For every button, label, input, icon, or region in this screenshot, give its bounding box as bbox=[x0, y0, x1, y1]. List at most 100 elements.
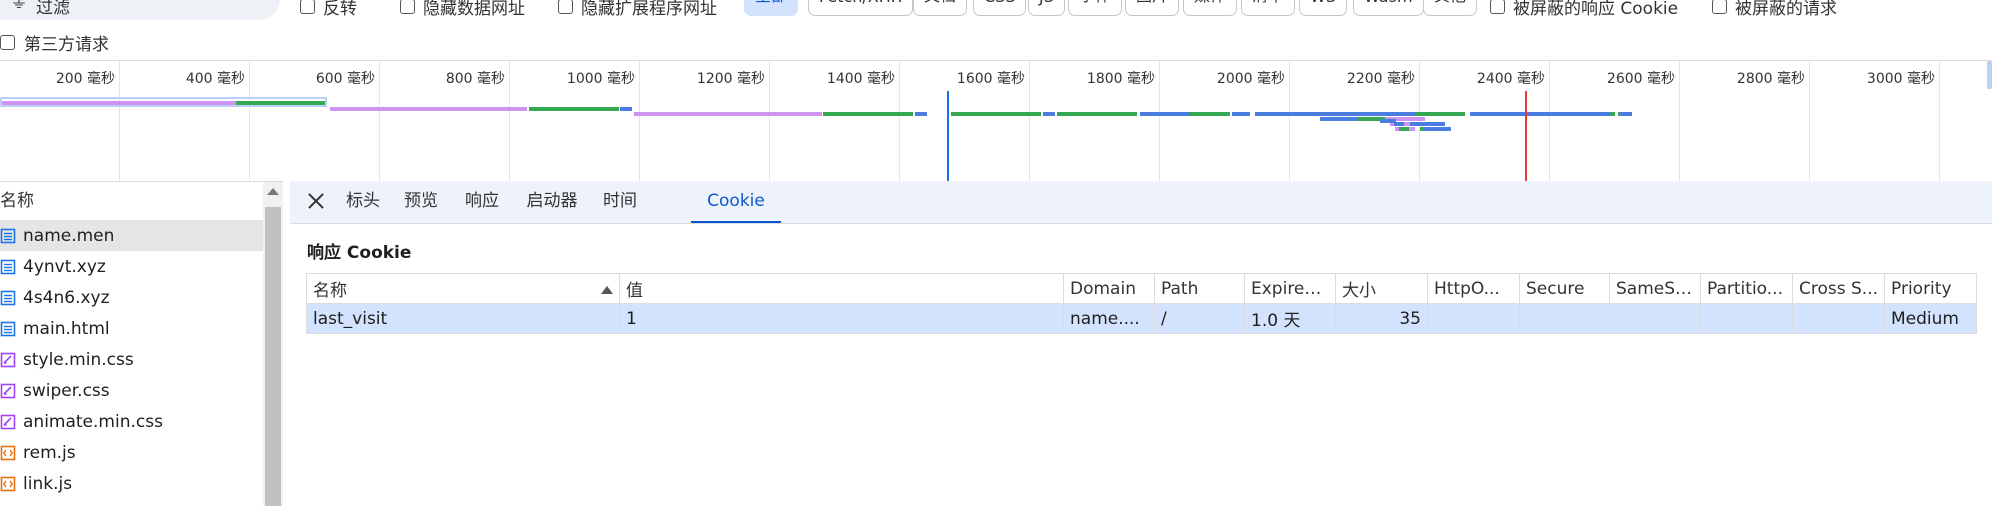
tab-preview[interactable]: 预览 bbox=[390, 181, 452, 223]
timeline-tick-label: 1000 毫秒 bbox=[566, 71, 635, 87]
cookie-secure-cell[interactable] bbox=[1519, 303, 1610, 334]
type-filter-media[interactable]: 媒体 bbox=[1183, 0, 1238, 16]
waterfall-bar bbox=[1190, 112, 1230, 116]
type-filter-css[interactable]: CSS bbox=[973, 0, 1027, 16]
column-header-secure[interactable]: Secure bbox=[1519, 273, 1610, 304]
third-party-checkbox[interactable]: 第三方请求 bbox=[0, 30, 109, 55]
type-filter-img[interactable]: 图片 bbox=[1125, 0, 1180, 16]
waterfall-bar bbox=[1140, 112, 1190, 116]
script-icon bbox=[0, 445, 16, 461]
cookie-domain-cell[interactable]: name.... bbox=[1063, 303, 1155, 334]
type-filter-wasm[interactable]: Wasm bbox=[1353, 0, 1424, 16]
name-column-header[interactable]: 名称 bbox=[0, 182, 263, 220]
stylesheet-icon bbox=[0, 383, 16, 399]
request-name: animate.min.css bbox=[23, 411, 163, 432]
request-name: name.men bbox=[23, 225, 115, 246]
column-header-samesite[interactable]: SameSi... bbox=[1609, 273, 1701, 304]
table-row[interactable]: last_visit 1 name.... / 1.0 天 35 Medium bbox=[306, 303, 1977, 334]
column-header-size[interactable]: 大小 bbox=[1335, 273, 1428, 304]
cookie-httponly-cell[interactable] bbox=[1427, 303, 1520, 334]
timeline-gridline bbox=[639, 61, 640, 181]
waterfall-bar bbox=[1043, 112, 1055, 116]
sort-ascending-icon bbox=[601, 286, 613, 294]
type-filter-fetch-xhr[interactable]: Fetch/XHR bbox=[808, 0, 913, 16]
waterfall-bar bbox=[1057, 112, 1137, 116]
type-filter-font[interactable]: 字体 bbox=[1068, 0, 1123, 16]
cookie-partition-cell[interactable] bbox=[1700, 303, 1793, 334]
request-name: style.min.css bbox=[23, 349, 134, 370]
scroll-up-arrow-icon[interactable] bbox=[267, 188, 279, 195]
tab-response[interactable]: 响应 bbox=[452, 181, 512, 223]
waterfall-bar bbox=[620, 107, 632, 111]
tab-initiator[interactable]: 启动器 bbox=[512, 181, 592, 223]
column-header-priority[interactable]: Priority bbox=[1884, 273, 1977, 304]
overview-window-handle[interactable] bbox=[1987, 61, 1992, 89]
column-header-httponly[interactable]: HttpO... bbox=[1427, 273, 1520, 304]
timeline-tick-label: 2200 毫秒 bbox=[1346, 71, 1415, 87]
list-item[interactable]: rem.js bbox=[0, 437, 263, 468]
type-filter-js[interactable]: JS bbox=[1028, 0, 1065, 16]
blocked-response-cookies-checkbox[interactable]: 被屏蔽的响应 Cookie bbox=[1490, 0, 1678, 19]
type-filter-other[interactable]: 其他 bbox=[1423, 0, 1478, 16]
detail-tabbar: 标头 预览 响应 启动器 时间 Cookie bbox=[290, 181, 1992, 224]
timeline-gridline bbox=[769, 61, 770, 181]
scrollbar-thumb[interactable] bbox=[265, 207, 281, 506]
list-item[interactable]: main.html bbox=[0, 313, 263, 344]
list-item[interactable]: swiper.css bbox=[0, 375, 263, 406]
invert-checkbox[interactable]: 反转 bbox=[300, 0, 357, 19]
cookie-priority-cell[interactable]: Medium bbox=[1884, 303, 1977, 334]
cookie-samesite-cell[interactable] bbox=[1609, 303, 1701, 334]
request-detail-pane: 标头 预览 响应 启动器 时间 Cookie 响应 Cookie 名称 值 Do… bbox=[290, 181, 1992, 506]
waterfall-bar bbox=[951, 112, 1041, 116]
list-item[interactable]: 4s4n6.xyz bbox=[0, 282, 263, 313]
close-icon[interactable] bbox=[306, 191, 326, 211]
cookie-cross-site-cell[interactable] bbox=[1792, 303, 1885, 334]
list-item[interactable]: 4ynvt.xyz bbox=[0, 251, 263, 282]
column-header-expires[interactable]: Expires... bbox=[1244, 273, 1336, 304]
script-icon bbox=[0, 476, 16, 492]
waterfall-bar bbox=[1620, 112, 1632, 116]
cookie-name-cell[interactable]: last_visit bbox=[306, 303, 620, 334]
tab-timing[interactable]: 时间 bbox=[592, 181, 648, 223]
timeline-gridline bbox=[1939, 61, 1940, 181]
timeline-overview[interactable]: 200 毫秒 400 毫秒 600 毫秒 800 毫秒 1000 毫秒 1200 毫秒 14… bbox=[0, 60, 1992, 181]
blocked-requests-checkbox[interactable]: 被屏蔽的请求 bbox=[1712, 0, 1837, 19]
cookie-path-cell[interactable]: / bbox=[1154, 303, 1245, 334]
hide-extension-urls-checkbox[interactable]: 隐藏扩展程序网址 bbox=[558, 0, 717, 19]
list-item[interactable]: style.min.css bbox=[0, 344, 263, 375]
filter-icon: ⏚ bbox=[10, 0, 28, 13]
column-header-name[interactable]: 名称 bbox=[306, 273, 620, 304]
cookie-size-cell[interactable]: 35 bbox=[1335, 303, 1428, 334]
waterfall-bar bbox=[1610, 112, 1615, 116]
type-filter-manifest[interactable]: 清单 bbox=[1241, 0, 1296, 16]
column-header-path[interactable]: Path bbox=[1154, 273, 1245, 304]
cookie-table: 名称 值 Domain Path Expires... 大小 HttpO... … bbox=[306, 273, 1977, 334]
request-list-scrollbar[interactable] bbox=[263, 182, 283, 506]
response-cookies-title: 响应 Cookie bbox=[307, 243, 412, 263]
timeline-tick-label: 400 毫秒 bbox=[185, 71, 245, 87]
type-filter-all[interactable]: 全部 bbox=[744, 0, 799, 16]
column-header-cross-site[interactable]: Cross S... bbox=[1792, 273, 1885, 304]
waterfall-bar bbox=[1255, 112, 1415, 116]
column-header-domain[interactable]: Domain bbox=[1063, 273, 1155, 304]
cookie-expires-cell[interactable]: 1.0 天 bbox=[1244, 303, 1336, 334]
type-filter-doc[interactable]: 文档 bbox=[913, 0, 968, 16]
list-item[interactable]: name.men bbox=[0, 220, 263, 251]
filter-bar: ⏚ 过滤 反转 隐藏数据网址 隐藏扩展程序网址 全部 Fetch/XHR 文档 … bbox=[0, 0, 1992, 20]
list-item[interactable]: animate.min.css bbox=[0, 406, 263, 437]
tab-headers[interactable]: 标头 bbox=[336, 181, 390, 223]
timeline-tick-label: 2000 毫秒 bbox=[1216, 71, 1285, 87]
waterfall-bar bbox=[1410, 122, 1445, 126]
timeline-gridline bbox=[899, 61, 900, 181]
tab-cookies[interactable]: Cookie bbox=[691, 181, 781, 223]
load-event-marker bbox=[1525, 91, 1527, 181]
type-filter-ws[interactable]: WS bbox=[1299, 0, 1347, 16]
column-header-partition-key[interactable]: Partitio... bbox=[1700, 273, 1793, 304]
hide-data-urls-checkbox[interactable]: 隐藏数据网址 bbox=[400, 0, 525, 19]
timeline-tick-label: 2400 毫秒 bbox=[1476, 71, 1545, 87]
column-header-value[interactable]: 值 bbox=[619, 273, 1064, 304]
list-item[interactable]: link.js bbox=[0, 468, 263, 499]
request-list: 名称 name.men 4ynvt.xyz 4s4n6.xyz main.html st… bbox=[0, 181, 283, 506]
waterfall-bar bbox=[1394, 122, 1404, 126]
cookie-value-cell[interactable]: 1 bbox=[619, 303, 1064, 334]
